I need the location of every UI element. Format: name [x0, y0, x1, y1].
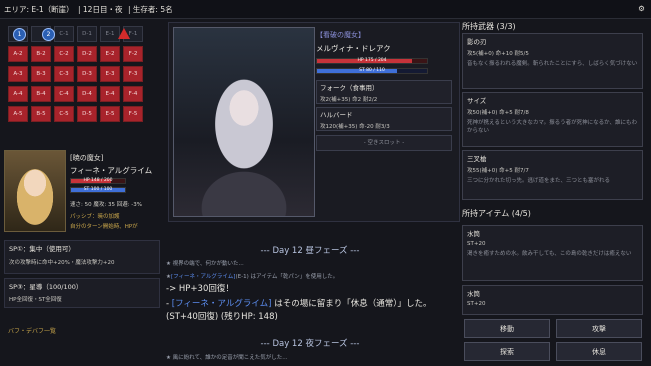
map-cell[interactable]: B-2 [31, 46, 51, 62]
enemy-equip-slot: フォーク（食事用） 攻2(補+35) 命2 耐2/2 [316, 80, 452, 104]
survivor-marker[interactable]: 2 [42, 28, 55, 41]
map-cell[interactable]: A-2 [8, 46, 28, 62]
area-map: A-2 B-2 C-2 D-2 E-2 F-2 A-3 B-3 C-3 D-3 E-3 F-3 A-4 B… [4, 20, 156, 146]
weapon-card[interactable]: 三叉槍 攻55(補+0) 命+5 耐7/7 三つに分かれた切っ先。逃げ道をまた、… [462, 150, 643, 200]
day-label: | 12日目・夜 [78, 5, 123, 14]
map-cell[interactable]: B-4 [31, 86, 51, 102]
enemy-portrait [173, 27, 315, 217]
log-line: ★ 風に紛れて、誰かの足音が聞こえた気がした... [166, 355, 288, 361]
player-portrait [4, 150, 66, 232]
player-title: [暁の魔女] [70, 154, 104, 162]
map-cell[interactable]: D-4 [77, 86, 97, 102]
map-cell[interactable]: E-5 [100, 106, 120, 122]
player-name: フィーネ・アルグライム [70, 166, 153, 175]
map-cell[interactable]: A-5 [8, 106, 28, 122]
sp-skill-card[interactable]: SP③：星導（100/100） HP全回復・ST全回復 [4, 278, 160, 308]
map-cell[interactable]: E-1 [100, 26, 120, 42]
map-cell[interactable]: F-5 [123, 106, 143, 122]
top-status-bar: エリア: E-1（断崖） | 12日目・夜 | 生存者: 5名 ⚙ [0, 0, 651, 19]
enemy-empty-slot: - 空きスロット - [316, 135, 452, 151]
map-cell[interactable]: F-2 [123, 46, 143, 62]
enemy-status: 【看破の魔女】 メルヴィナ・ドレアク [316, 30, 452, 54]
map-cell[interactable]: E-2 [100, 46, 120, 62]
map-cell[interactable]: D-3 [77, 66, 97, 82]
area-label: エリア: E-1（断崖） [4, 5, 74, 14]
enemy-equip-slot: ハルバード 攻120(補+35) 命-20 耐3/3 [316, 107, 452, 131]
sp-skill-card[interactable]: SP①：集中（使用可） 次の攻撃時に命中+20%・魔法攻撃力+20 [4, 240, 160, 274]
player-st-bar: ST 100 / 100 [70, 187, 126, 193]
map-cell[interactable]: B-3 [31, 66, 51, 82]
map-cell[interactable]: E-3 [100, 66, 120, 82]
player-passive: パッシブ：暁の加護 [70, 214, 120, 220]
log-line: ★[フィーネ・アルグライム](E-1) はアイテム「乾パン」を使用した。 [166, 274, 339, 280]
weapons-header: 所持武器 (3/3) [462, 22, 516, 31]
sp-skill-title: SP①：集中（使用可） [9, 245, 75, 253]
map-cell[interactable]: D-1 [77, 26, 97, 42]
log-line: - [フィーネ・アルグライム] はその場に留まり「休息（通常）」した。 [166, 299, 432, 309]
map-cell[interactable]: C-3 [54, 66, 74, 82]
items-header: 所持アイテム (4/5) [462, 209, 531, 218]
battle-log: --- Day 12 昼フェーズ --- ★ 視界の端で、何かが動いた... ★… [162, 236, 458, 366]
phase-header-night: --- Day 12 夜フェーズ --- [260, 339, 360, 349]
item-card[interactable]: 水筒 ST+20 渇きを癒すための水。飲み干しても、この島の乾きだけは癒えない [462, 225, 643, 281]
map-cell[interactable]: A-3 [8, 66, 28, 82]
map-cell[interactable]: F-4 [123, 86, 143, 102]
sp-skill-title: SP③：星導（100/100） [9, 283, 83, 291]
map-cell[interactable]: A-4 [8, 86, 28, 102]
player-stats: 速さ: 50 魔攻: 35 回避: -3% [70, 202, 143, 208]
enemy-hp-bar: HP 175 / 204 [316, 58, 428, 64]
log-line: (ST+40回復) (残りHP: 148) [166, 312, 278, 322]
map-cell[interactable]: D-2 [77, 46, 97, 62]
search-button[interactable]: 探索 [464, 342, 550, 361]
map-cell[interactable]: C-2 [54, 46, 74, 62]
phase-header-day: --- Day 12 昼フェーズ --- [260, 246, 360, 256]
enemy-name: メルヴィナ・ドレアク [316, 44, 391, 53]
map-cell[interactable]: C-4 [54, 86, 74, 102]
move-button[interactable]: 移動 [464, 319, 550, 338]
attack-button[interactable]: 攻撃 [556, 319, 642, 338]
enemy-title: 【看破の魔女】 [316, 31, 365, 39]
map-cell[interactable]: B-5 [31, 106, 51, 122]
item-card[interactable]: 水筒 ST+20 [462, 285, 643, 315]
map-cell[interactable]: D-5 [77, 106, 97, 122]
sp-skill-desc: HP全回復・ST全回復 [9, 297, 62, 303]
map-cell[interactable]: C-1 [54, 26, 74, 42]
map-cell[interactable]: F-3 [123, 66, 143, 82]
player-passive-desc: 自分のターン開始時、HPが [70, 224, 138, 230]
danger-warning-icon [118, 28, 130, 39]
enemy-st-bar: ST 80 / 110 [316, 68, 428, 74]
survivor-marker[interactable]: 1 [13, 28, 26, 41]
log-line: ★ 視界の端で、何かが動いた... [166, 261, 244, 267]
log-line: -> HP+30回復！ [166, 284, 234, 294]
map-cell[interactable]: E-4 [100, 86, 120, 102]
player-status-card: [暁の魔女] フィーネ・アルグライム HP 148 / 200 ST 100 /… [66, 150, 160, 230]
gear-icon[interactable]: ⚙ [638, 4, 645, 13]
buff-debuff-list-link[interactable]: バフ・デバフ一覧 [8, 326, 56, 335]
weapon-card[interactable]: 影の刃 攻5(補+0) 命+10 耐5/5 音もなく振るわれる魔剣。斬られたこと… [462, 33, 643, 89]
map-cell[interactable]: C-5 [54, 106, 74, 122]
weapon-card[interactable]: サイズ 攻50(補+0) 命+5 耐7/8 死神が携えるという大きなカマ。振るう… [462, 92, 643, 147]
survivor-count: | 生存者: 5名 [128, 5, 173, 14]
player-hp-bar: HP 148 / 200 [70, 178, 126, 184]
rest-button[interactable]: 休息 [556, 342, 642, 361]
sp-skill-desc: 次の攻撃時に命中+20%・魔法攻撃力+20 [9, 260, 115, 266]
